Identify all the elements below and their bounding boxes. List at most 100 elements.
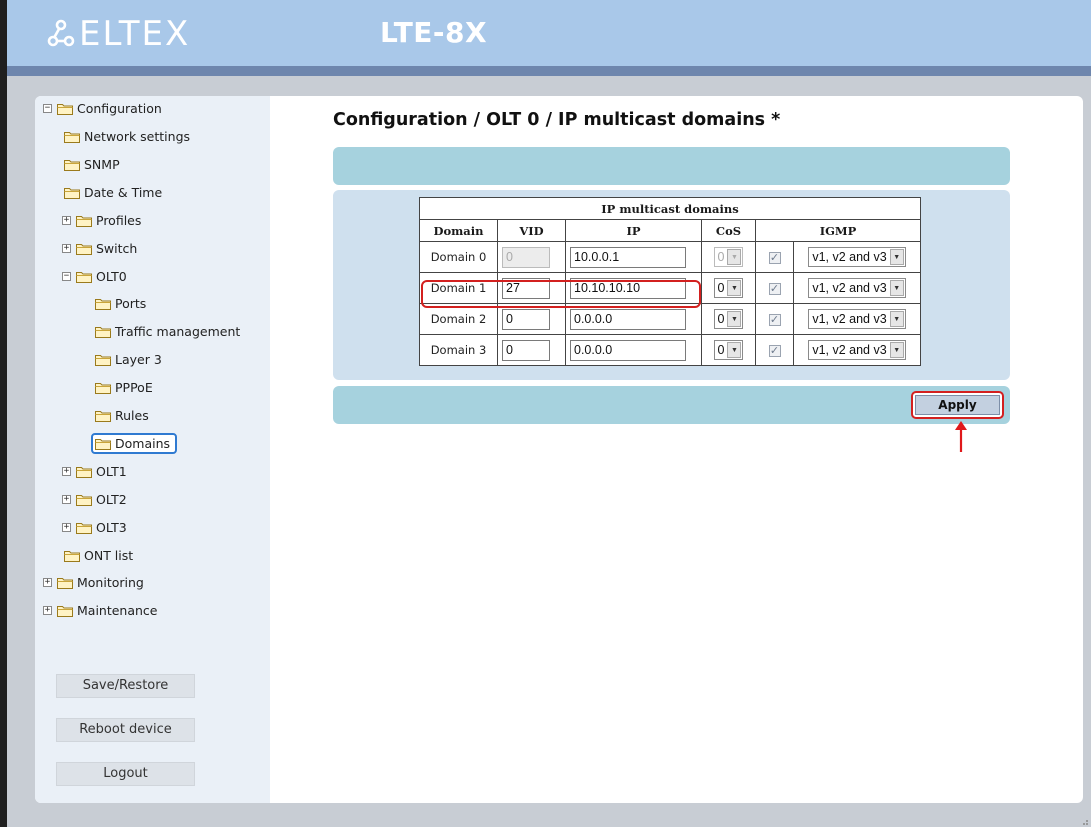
domain-name: Domain 1: [419, 272, 498, 304]
vid-input[interactable]: 27: [502, 277, 550, 299]
sidebar-item-maintenance[interactable]: + Maintenance: [43, 603, 158, 618]
folder-icon: [64, 159, 80, 171]
reboot-device-button[interactable]: Reboot device: [56, 718, 195, 742]
cos-select[interactable]: 0 ▼: [713, 309, 744, 329]
folder-icon: [95, 326, 111, 338]
dropdown-arrow-icon: ▼: [727, 280, 742, 296]
vid-input: 0: [502, 246, 550, 268]
sidebar-item-domains[interactable]: Domains: [91, 433, 178, 454]
sidebar-item-label: PPPoE: [115, 380, 153, 395]
cos-select[interactable]: 0 ▼: [713, 278, 744, 298]
sidebar-item-olt2[interactable]: + OLT2: [62, 492, 127, 507]
igmp-version-value: v1, v2 and v3: [812, 281, 887, 295]
sidebar-item-ports[interactable]: Ports: [95, 296, 146, 311]
header-divider: [7, 66, 1091, 76]
sidebar-item-label: Traffic management: [115, 324, 241, 339]
igmp-version-select[interactable]: v1, v2 and v3 ▼: [808, 247, 906, 267]
igmp-version-value: v1, v2 and v3: [812, 312, 887, 326]
sidebar-item-switch[interactable]: + Switch: [62, 241, 137, 256]
expand-plus-icon[interactable]: +: [62, 467, 71, 476]
sidebar-item-label: SNMP: [84, 157, 120, 172]
sidebar-item-rules[interactable]: Rules: [95, 408, 149, 423]
expand-plus-icon[interactable]: +: [43, 606, 52, 615]
igmp-checkbox[interactable]: ✓: [768, 252, 781, 264]
folder-icon: [95, 298, 111, 310]
logout-button[interactable]: Logout: [56, 762, 195, 786]
igmp-checkbox[interactable]: ✓: [768, 283, 781, 295]
cos-value: 0: [717, 343, 725, 357]
ip-input[interactable]: 10.0.0.1: [570, 246, 686, 268]
sidebar-item-snmp[interactable]: SNMP: [64, 157, 120, 172]
sidebar-item-label: Switch: [96, 241, 138, 256]
apply-highlight: Apply: [911, 391, 1004, 419]
ip-input[interactable]: 0.0.0.0: [570, 308, 686, 330]
dropdown-arrow-icon: ▼: [889, 311, 904, 327]
header-band: [333, 147, 1010, 185]
cos-value: 0: [717, 312, 725, 326]
sidebar-item-configuration[interactable]: − Configuration: [43, 101, 162, 116]
resize-grip-icon[interactable]: [1079, 815, 1089, 825]
folder-icon: [57, 605, 73, 617]
vid-input[interactable]: 0: [502, 339, 550, 361]
expand-plus-icon[interactable]: +: [62, 244, 71, 253]
igmp-version-value: v1, v2 and v3: [812, 343, 887, 357]
sidebar-item-olt3[interactable]: + OLT3: [62, 520, 127, 535]
expand-plus-icon[interactable]: +: [43, 578, 52, 587]
folder-icon: [76, 522, 92, 534]
apply-button[interactable]: Apply: [915, 395, 1000, 415]
sidebar-item-olt1[interactable]: + OLT1: [62, 464, 127, 479]
igmp-version-value: v1, v2 and v3: [812, 250, 887, 264]
igmp-checkbox[interactable]: ✓: [768, 345, 781, 357]
dropdown-arrow-icon: ▼: [889, 249, 904, 265]
cos-value: 0: [717, 281, 725, 295]
dropdown-arrow-icon: ▼: [727, 311, 742, 327]
ip-input[interactable]: 0.0.0.0: [570, 339, 686, 361]
sidebar-item-profiles[interactable]: + Profiles: [62, 213, 141, 228]
sidebar-item-label: OLT0: [96, 269, 127, 284]
sidebar-item-label: Profiles: [96, 213, 142, 228]
sidebar-item-traffic-management[interactable]: Traffic management: [95, 324, 240, 339]
sidebar-item-monitoring[interactable]: + Monitoring: [43, 575, 144, 590]
folder-icon: [76, 494, 92, 506]
column-header-domain: Domain: [419, 219, 498, 242]
folder-icon: [64, 550, 80, 562]
table-caption: IP multicast domains: [419, 197, 921, 220]
folder-icon: [57, 103, 73, 115]
eltex-logo: ELTEX: [47, 14, 190, 54]
page-title: Configuration / OLT 0 / IP multicast dom…: [333, 110, 781, 130]
folder-icon: [95, 410, 111, 422]
sidebar-item-label: Rules: [115, 408, 149, 423]
sidebar-item-date-time[interactable]: Date & Time: [64, 185, 162, 200]
column-header-vid: VID: [497, 219, 566, 242]
sidebar-item-layer-3[interactable]: Layer 3: [95, 352, 162, 367]
collapse-minus-icon[interactable]: −: [62, 272, 71, 281]
sidebar-item-label: Date & Time: [84, 185, 163, 200]
igmp-version-select[interactable]: v1, v2 and v3 ▼: [808, 340, 906, 360]
igmp-version-select[interactable]: v1, v2 and v3 ▼: [808, 309, 906, 329]
collapse-minus-icon[interactable]: −: [43, 104, 52, 113]
expand-plus-icon[interactable]: +: [62, 523, 71, 532]
column-header-ip: IP: [565, 219, 702, 242]
expand-plus-icon[interactable]: +: [62, 495, 71, 504]
igmp-checkbox[interactable]: ✓: [768, 314, 781, 326]
expand-plus-icon[interactable]: +: [62, 216, 71, 225]
sidebar-item-ont-list[interactable]: ONT list: [64, 548, 133, 563]
folder-icon: [95, 354, 111, 366]
sidebar-item-label: OLT1: [96, 464, 127, 479]
sidebar-item-olt0[interactable]: − OLT0: [62, 269, 127, 284]
sidebar-item-network-settings[interactable]: Network settings: [64, 129, 190, 144]
folder-icon: [95, 438, 111, 450]
table-row: Domain 3 0 0.0.0.0 0 ▼ ✓ v1, v2 and v3 ▼: [419, 334, 921, 366]
cos-select[interactable]: 0 ▼: [713, 340, 744, 360]
sidebar-item-label: Maintenance: [77, 603, 158, 618]
sidebar-item-label: ONT list: [84, 548, 134, 563]
folder-icon: [76, 466, 92, 478]
domain-name: Domain 3: [419, 334, 498, 366]
sidebar-item-label: Network settings: [84, 129, 191, 144]
ip-input[interactable]: 10.10.10.10: [570, 277, 686, 299]
arrow-up-icon: [953, 421, 969, 453]
vid-input[interactable]: 0: [502, 308, 550, 330]
igmp-version-select[interactable]: v1, v2 and v3 ▼: [808, 278, 906, 298]
save-restore-button[interactable]: Save/Restore: [56, 674, 195, 698]
sidebar-item-pppoe[interactable]: PPPoE: [95, 380, 153, 395]
